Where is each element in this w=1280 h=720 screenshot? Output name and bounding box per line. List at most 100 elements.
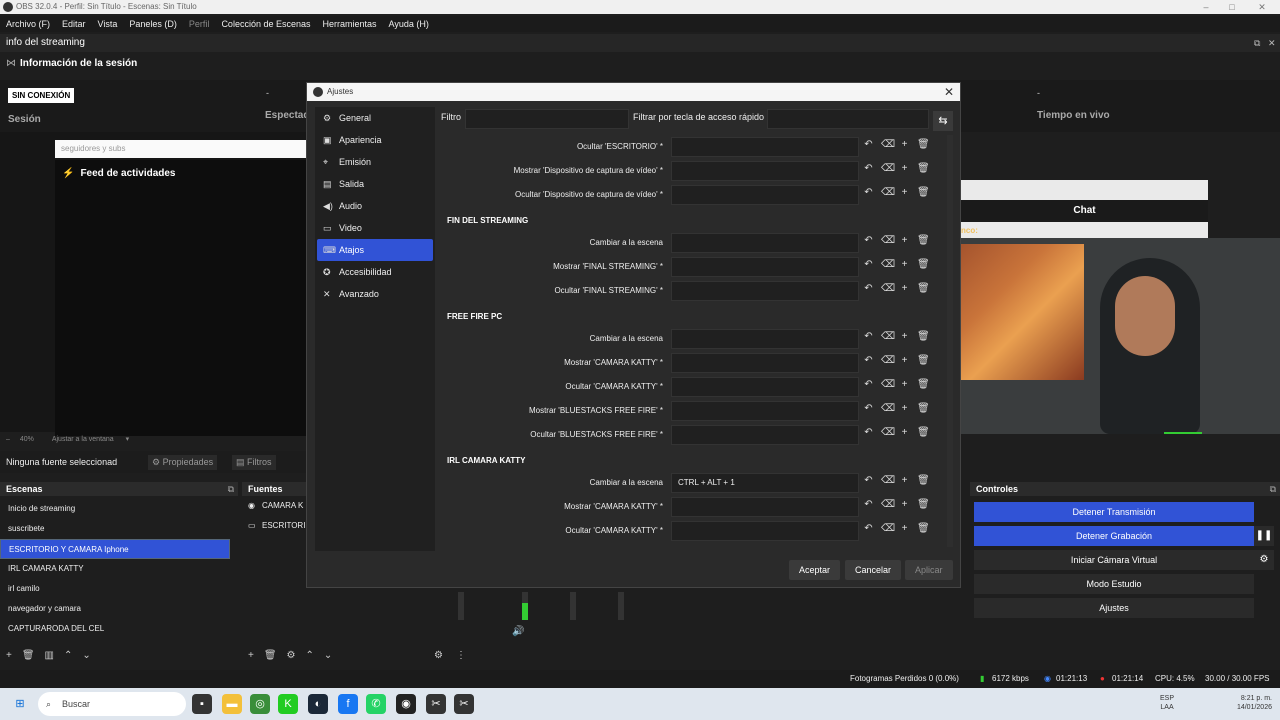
clear-icon[interactable]: ⌫ — [881, 187, 895, 198]
apply-button[interactable]: Aplicar — [905, 560, 953, 580]
filter-input[interactable] — [465, 109, 629, 129]
hotkey-field[interactable] — [671, 281, 859, 301]
delete-icon[interactable]: 🗑 — [917, 163, 930, 174]
undo-icon[interactable]: ↶ — [863, 523, 874, 534]
delete-icon[interactable]: 🗑 — [917, 475, 930, 486]
offline-button[interactable]: SIN CONEXIÓN — [8, 88, 75, 103]
add-icon[interactable]: + — [899, 379, 910, 390]
source-down-icon[interactable]: ⌄ — [324, 650, 332, 661]
undo-icon[interactable]: ↶ — [863, 499, 874, 510]
zoom-dropdown-icon[interactable]: ▾ — [126, 436, 130, 443]
menu-editar[interactable]: Editar — [62, 16, 86, 32]
settings-nav-accesibilidad[interactable]: ✪ Accesibilidad — [317, 261, 433, 283]
clear-icon[interactable]: ⌫ — [881, 475, 895, 486]
add-icon[interactable]: + — [899, 259, 910, 270]
delete-icon[interactable]: 🗑 — [917, 427, 930, 438]
settings-nav-salida[interactable]: ▤ Salida — [317, 173, 433, 195]
add-icon[interactable]: + — [899, 403, 910, 414]
undo-icon[interactable]: ↶ — [863, 331, 874, 342]
task-view-icon[interactable]: ▪ — [192, 694, 212, 714]
language-indicator[interactable]: ESP LAA — [1160, 694, 1174, 712]
scene-item[interactable]: IRL CAMARA KATTY — [0, 559, 230, 579]
capcut-icon-2[interactable]: ✂ — [454, 694, 474, 714]
delete-icon[interactable]: 🗑 — [917, 235, 930, 246]
scene-item[interactable]: irl camilo — [0, 579, 230, 599]
float-icon[interactable]: ⧉ — [228, 482, 234, 496]
scene-item[interactable]: CAPTURARODA DEL CEL — [0, 619, 230, 639]
studio-mode-button[interactable]: Modo Estudio — [974, 574, 1254, 594]
menu-herramientas[interactable]: Herramientas — [323, 16, 377, 32]
remove-scene-icon[interactable]: 🗑 — [22, 650, 35, 661]
hotkey-field[interactable] — [671, 161, 859, 181]
mixer-menu-icon[interactable]: ⋮ — [456, 650, 466, 661]
delete-icon[interactable]: 🗑 — [917, 499, 930, 510]
zoom-fit[interactable]: Ajustar a la ventana — [52, 436, 114, 443]
hotkey-field[interactable] — [671, 233, 859, 253]
undo-icon[interactable]: ↶ — [863, 235, 874, 246]
folder-icon[interactable]: ▬ — [222, 694, 242, 714]
clear-icon[interactable]: ⌫ — [881, 331, 895, 342]
virtual-cam-button[interactable]: Iniciar Cámara Virtual — [974, 550, 1254, 570]
hotkey-field[interactable] — [671, 401, 859, 421]
clear-icon[interactable]: ⌫ — [881, 427, 895, 438]
delete-icon[interactable]: 🗑 — [917, 283, 930, 294]
add-icon[interactable]: + — [899, 475, 910, 486]
clear-icon[interactable]: ⌫ — [881, 523, 895, 534]
undo-icon[interactable]: ↶ — [863, 355, 874, 366]
settings-nav-apariencia[interactable]: ▣ Apariencia — [317, 129, 433, 151]
stop-stream-button[interactable]: Detener Transmisión — [974, 502, 1254, 522]
close-icon[interactable]: ✕ — [944, 83, 954, 101]
settings-nav-atajos[interactable]: ⌨ Atajos — [317, 239, 433, 261]
windows-start-icon[interactable]: ⊞ — [10, 694, 30, 714]
delete-icon[interactable]: 🗑 — [917, 355, 930, 366]
hotkey-field[interactable] — [671, 185, 859, 205]
clear-icon[interactable]: ⌫ — [881, 139, 895, 150]
delete-icon[interactable]: 🗑 — [917, 331, 930, 342]
float-icon[interactable]: ⧉ — [1270, 482, 1276, 496]
add-icon[interactable]: + — [899, 427, 910, 438]
hotkey-field[interactable] — [671, 137, 859, 157]
float-icon[interactable]: ⧉ — [1254, 34, 1260, 52]
settings-button[interactable]: Ajustes — [974, 598, 1254, 618]
scene-item[interactable]: navegador y camara — [0, 599, 230, 619]
undo-icon[interactable]: ↶ — [863, 427, 874, 438]
settings-nav-audio[interactable]: ◀) Audio — [317, 195, 433, 217]
undo-icon[interactable]: ↶ — [863, 187, 874, 198]
menu-perfil[interactable]: Perfil — [189, 16, 210, 32]
undo-icon[interactable]: ↶ — [863, 403, 874, 414]
delete-icon[interactable]: 🗑 — [917, 259, 930, 270]
add-icon[interactable]: + — [899, 331, 910, 342]
settings-nav-general[interactable]: ⚙ General — [317, 107, 433, 129]
menu-coleccion[interactable]: Colección de Escenas — [221, 16, 310, 32]
add-icon[interactable]: + — [899, 283, 910, 294]
clear-icon[interactable]: ⌫ — [881, 259, 895, 270]
add-icon[interactable]: + — [899, 187, 910, 198]
hotkey-field[interactable] — [671, 329, 859, 349]
settings-nav-video[interactable]: ▭ Video — [317, 217, 433, 239]
undo-icon[interactable]: ↶ — [863, 475, 874, 486]
add-scene-icon[interactable]: + — [6, 650, 12, 661]
hotkey-field[interactable] — [671, 257, 859, 277]
hotkey-field[interactable] — [671, 425, 859, 445]
delete-icon[interactable]: 🗑 — [917, 523, 930, 534]
undo-icon[interactable]: ↶ — [863, 283, 874, 294]
clear-icon[interactable]: ⌫ — [881, 163, 895, 174]
undo-icon[interactable]: ↶ — [863, 139, 874, 150]
add-icon[interactable]: + — [899, 235, 910, 246]
hotkey-field[interactable] — [671, 521, 859, 541]
chrome-icon[interactable]: ◎ — [250, 694, 270, 714]
reset-filter-icon[interactable]: ⇆ — [933, 111, 953, 131]
scene-item[interactable]: ESCRITORIO Y CAMARA Iphone — [0, 539, 230, 559]
add-icon[interactable]: + — [899, 523, 910, 534]
virtual-cam-gear-icon[interactable]: ⚙ — [1254, 550, 1274, 570]
add-source-icon[interactable]: + — [248, 650, 254, 661]
menu-archivo[interactable]: Archivo (F) — [6, 16, 50, 32]
add-icon[interactable]: + — [899, 355, 910, 366]
menu-ayuda[interactable]: Ayuda (H) — [389, 16, 429, 32]
clear-icon[interactable]: ⌫ — [881, 283, 895, 294]
undo-icon[interactable]: ↶ — [863, 379, 874, 390]
close-dock-icon[interactable]: ✕ — [1268, 34, 1276, 52]
remove-source-icon[interactable]: 🗑 — [264, 650, 277, 661]
scrollbar[interactable] — [947, 135, 953, 547]
delete-icon[interactable]: 🗑 — [917, 403, 930, 414]
